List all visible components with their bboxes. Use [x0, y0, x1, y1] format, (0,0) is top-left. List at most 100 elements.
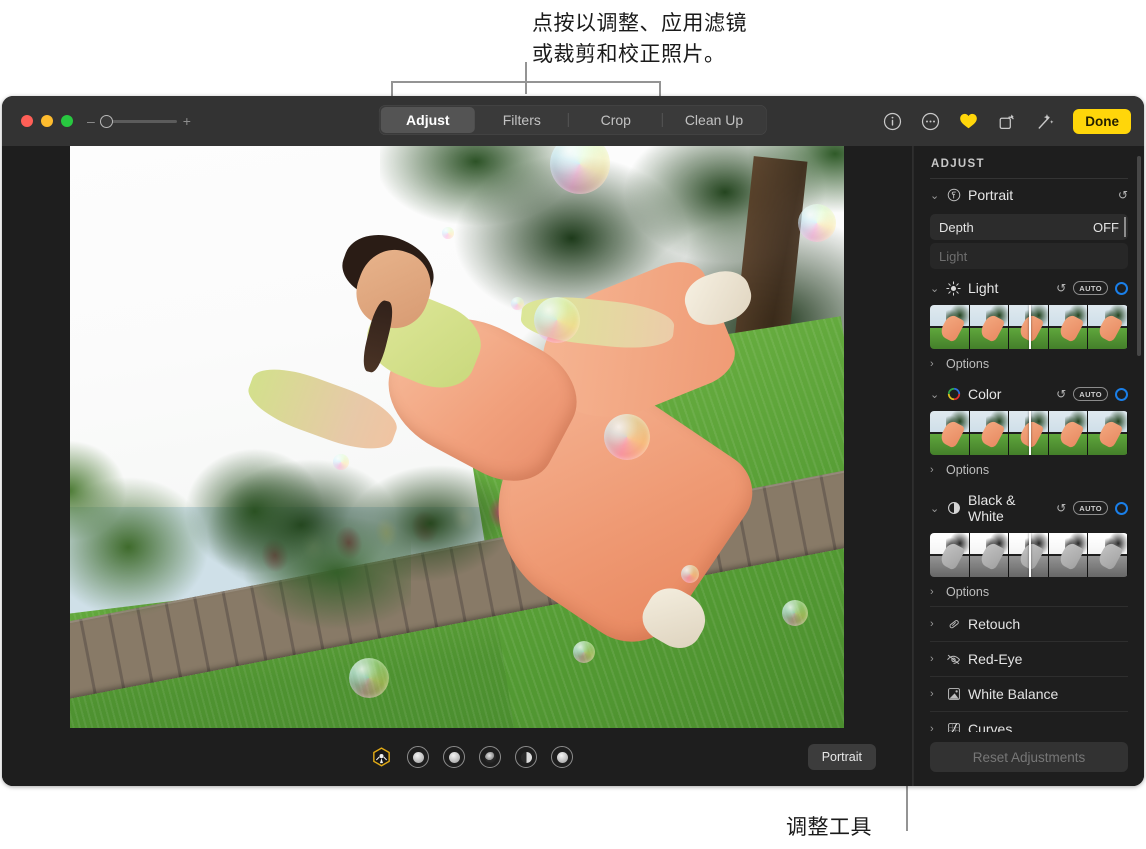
adjust-item-red-eye[interactable]: › Red-Eye: [930, 641, 1128, 676]
subject-left-arm: [241, 357, 404, 461]
reset-light-icon[interactable]: ↺: [1056, 281, 1066, 295]
adjust-item-curves[interactable]: › Curves: [930, 711, 1128, 732]
color-options-row[interactable]: › Options: [930, 458, 1128, 484]
adjust-item-retouch-label: Retouch: [968, 616, 1020, 632]
zoom-slider-knob[interactable]: [100, 115, 113, 128]
chevron-down-icon[interactable]: ⌄: [930, 282, 939, 295]
tab-adjust[interactable]: Adjust: [381, 107, 475, 133]
filmstrip-cell[interactable]: [970, 411, 1010, 455]
black-white-filmstrip[interactable]: [930, 533, 1128, 577]
black-white-options-label: Options: [946, 585, 989, 599]
bubble: [349, 658, 389, 698]
studio-light-icon[interactable]: [407, 746, 429, 768]
tab-crop-label: Crop: [601, 112, 631, 128]
filmstrip-cell[interactable]: [970, 533, 1010, 577]
portrait-lighting-modes[interactable]: [370, 746, 573, 769]
adjust-item-white-balance[interactable]: › White Balance: [930, 676, 1128, 711]
color-slider-handle[interactable]: [1029, 411, 1031, 455]
chevron-right-icon[interactable]: ›: [930, 586, 939, 598]
section-portrait-label: Portrait: [968, 187, 1111, 203]
section-portrait-header[interactable]: ⌄ Portrait ↺: [930, 179, 1128, 211]
adjust-item-retouch[interactable]: › Retouch: [930, 606, 1128, 641]
light-slider-handle[interactable]: [1029, 305, 1031, 349]
editor-mode-tabs[interactable]: Adjust Filters Crop Clean Up: [379, 105, 767, 135]
color-options-label: Options: [946, 463, 989, 477]
close-window-button[interactable]: [21, 115, 33, 127]
tab-crop[interactable]: Crop: [569, 107, 663, 133]
lighting-mode-bar: Portrait: [2, 728, 913, 786]
filmstrip-cell[interactable]: [1049, 305, 1089, 349]
stage-light-mono-icon[interactable]: [515, 746, 537, 768]
filmstrip-cell[interactable]: [1049, 533, 1089, 577]
zoom-in-icon[interactable]: +: [183, 116, 191, 126]
light-toggle-circle[interactable]: [1115, 282, 1128, 295]
chevron-down-icon[interactable]: ⌄: [930, 502, 939, 515]
filmstrip-cell[interactable]: [1088, 533, 1128, 577]
auto-light-badge[interactable]: AUTO: [1073, 281, 1108, 295]
tab-clean-up[interactable]: Clean Up: [663, 107, 765, 133]
high-key-light-mono-icon[interactable]: [551, 746, 573, 768]
screenshot-root: 点按以调整、应用滤镜 或裁剪和校正照片。 调整工具 – +: [0, 0, 1146, 849]
more-options-icon[interactable]: [919, 110, 941, 132]
black-white-options-row[interactable]: › Options: [930, 580, 1128, 606]
filmstrip-cell[interactable]: [1049, 411, 1089, 455]
filmstrip-cell[interactable]: [930, 411, 970, 455]
adjust-panel-scroll[interactable]: ADJUST ⌄ Portrait ↺ Depth OFF: [914, 146, 1144, 732]
filmstrip-cell[interactable]: [1088, 305, 1128, 349]
portrait-light-row[interactable]: Light: [930, 243, 1128, 269]
tab-filters[interactable]: Filters: [475, 107, 569, 133]
light-options-row[interactable]: › Options: [930, 352, 1128, 378]
chevron-right-icon[interactable]: ›: [930, 464, 939, 476]
reset-black-white-icon[interactable]: ↺: [1056, 501, 1066, 515]
info-icon[interactable]: [881, 110, 903, 132]
zoom-out-icon[interactable]: –: [87, 116, 95, 126]
filmstrip-cell[interactable]: [1088, 411, 1128, 455]
callout-top-bracket-top: [391, 81, 661, 83]
auto-enhance-wand-icon[interactable]: [1033, 110, 1055, 132]
black-white-slider-handle[interactable]: [1029, 533, 1031, 577]
done-button[interactable]: Done: [1073, 109, 1131, 134]
filmstrip-cell[interactable]: [970, 305, 1010, 349]
favorite-heart-icon[interactable]: [957, 110, 979, 132]
color-filmstrip[interactable]: [930, 411, 1128, 455]
natural-light-cube-icon[interactable]: [370, 746, 393, 769]
filmstrip-cell[interactable]: [930, 533, 970, 577]
light-filmstrip[interactable]: [930, 305, 1128, 349]
chevron-right-icon[interactable]: ›: [930, 653, 939, 665]
section-color-header[interactable]: ⌄ Color ↺ AUTO: [930, 378, 1128, 410]
auto-color-badge[interactable]: AUTO: [1073, 387, 1108, 401]
zoom-slider-track[interactable]: [101, 120, 177, 123]
chevron-right-icon[interactable]: ›: [930, 358, 939, 370]
light-options-label: Options: [946, 357, 989, 371]
contour-light-icon[interactable]: [443, 746, 465, 768]
bubble: [782, 600, 808, 626]
portrait-depth-row[interactable]: Depth OFF: [930, 214, 1128, 240]
callout-bottom-stem: [906, 786, 908, 831]
filmstrip-cell[interactable]: [930, 305, 970, 349]
rotate-icon[interactable]: [995, 110, 1017, 132]
section-light-header[interactable]: ⌄ Light ↺ AUTO: [930, 272, 1128, 304]
stage-light-icon[interactable]: [479, 746, 501, 768]
auto-black-white-badge[interactable]: AUTO: [1073, 501, 1108, 515]
chevron-right-icon[interactable]: ›: [930, 723, 939, 732]
depth-slider-caret[interactable]: [1124, 217, 1126, 237]
chevron-down-icon[interactable]: ⌄: [930, 388, 939, 401]
maximize-window-button[interactable]: [61, 115, 73, 127]
reset-portrait-icon[interactable]: ↺: [1118, 188, 1128, 202]
chevron-down-icon[interactable]: ⌄: [930, 189, 939, 202]
photo-preview[interactable]: [70, 146, 844, 728]
reset-adjustments-button[interactable]: Reset Adjustments: [930, 742, 1128, 772]
photo-canvas-area: Portrait: [2, 146, 913, 786]
chevron-right-icon[interactable]: ›: [930, 618, 939, 630]
chevron-right-icon[interactable]: ›: [930, 688, 939, 700]
portrait-badge[interactable]: Portrait: [808, 744, 876, 770]
black-white-toggle-circle[interactable]: [1115, 502, 1128, 515]
adjust-panel-title: ADJUST: [930, 146, 1128, 178]
section-black-white-header[interactable]: ⌄ Black & White ↺ AUTO: [930, 484, 1128, 532]
minimize-window-button[interactable]: [41, 115, 53, 127]
adjust-panel-scrollbar[interactable]: [1137, 156, 1141, 356]
reset-color-icon[interactable]: ↺: [1056, 387, 1066, 401]
zoom-slider-control[interactable]: – +: [87, 116, 191, 126]
bubble: [442, 227, 454, 239]
color-toggle-circle[interactable]: [1115, 388, 1128, 401]
